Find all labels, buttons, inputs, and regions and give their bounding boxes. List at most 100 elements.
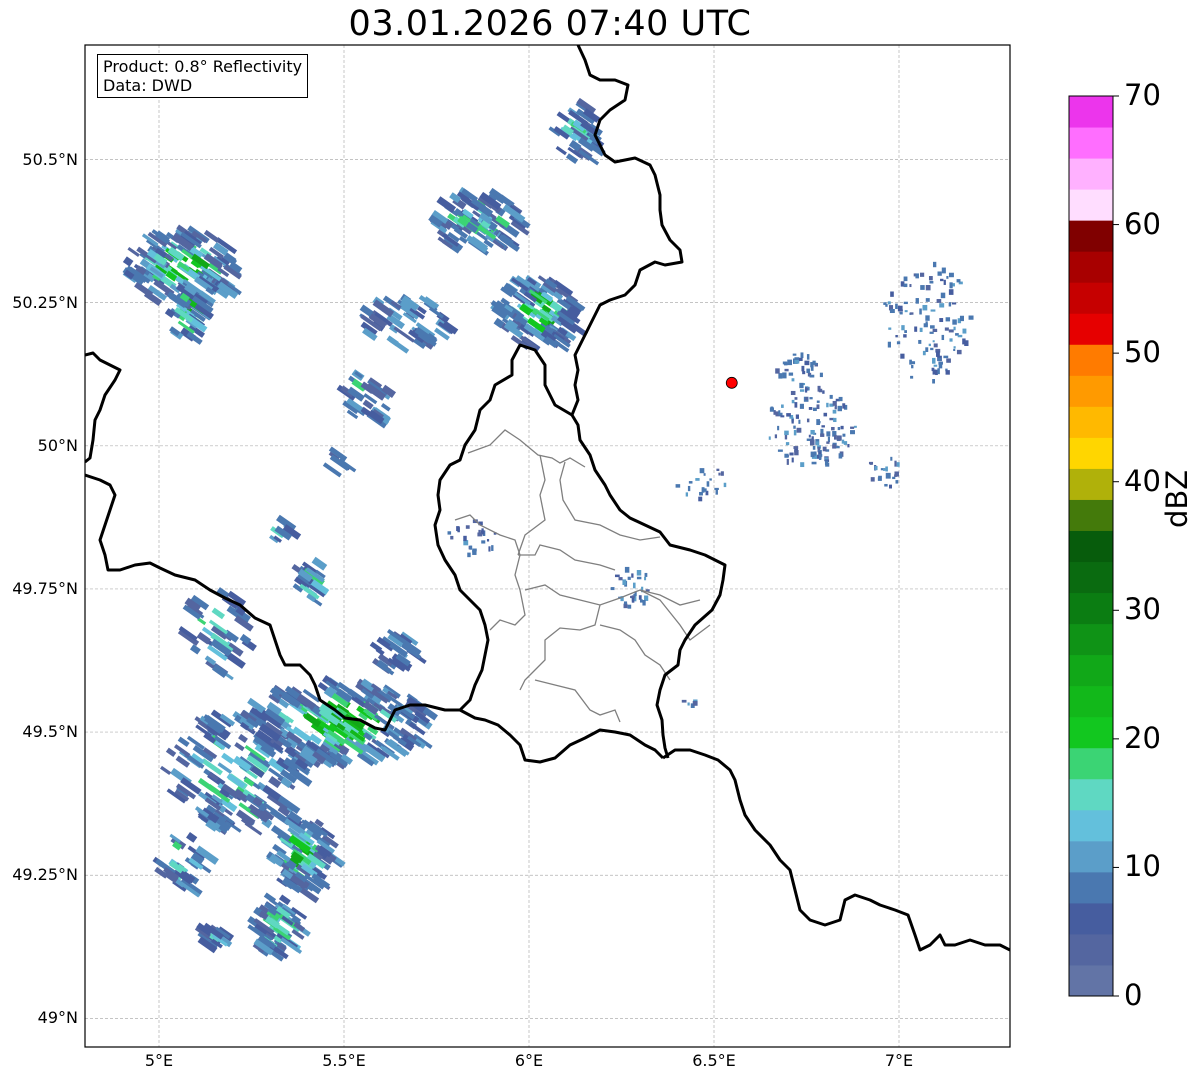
echo-cell <box>930 309 936 312</box>
echo-cell <box>838 396 843 402</box>
echo-cell <box>919 327 923 333</box>
echo-cell <box>915 298 919 304</box>
lat-tick-label: 49°N <box>37 1008 78 1028</box>
colorbar-tick-label: 0 <box>1124 978 1143 1012</box>
echo-cell <box>781 404 784 408</box>
echo-cell <box>834 405 837 410</box>
echo-cell <box>930 325 935 329</box>
colorbar-segment <box>1069 499 1113 531</box>
echo-cell <box>952 319 957 325</box>
echo-cell <box>909 359 912 365</box>
echo-cell <box>836 435 842 441</box>
echo-cell <box>456 526 460 532</box>
echo-cell <box>896 341 901 345</box>
echo-cell <box>928 343 931 347</box>
echo-cell <box>798 357 803 361</box>
echo-cell <box>804 360 810 366</box>
echo-cell <box>800 352 804 359</box>
echo-cell <box>800 462 805 468</box>
colorbar-segment <box>1069 530 1113 563</box>
echo-cell <box>826 402 829 408</box>
echo-cell <box>868 461 874 465</box>
echo-cell <box>837 427 841 431</box>
echo-cell <box>789 452 794 456</box>
echo-cell <box>837 405 843 412</box>
echo-cell <box>463 535 467 542</box>
echo-cell <box>794 397 798 400</box>
echo-cell <box>805 388 808 393</box>
radar-site-marker[interactable] <box>725 376 738 389</box>
echo-cell <box>631 573 634 578</box>
echo-cell <box>639 599 643 603</box>
echo-cell <box>806 368 810 374</box>
colorbar-segment <box>1069 344 1113 376</box>
echo-cell <box>624 566 630 573</box>
echo-cell <box>914 326 918 332</box>
lat-tick-label: 50.25°N <box>12 292 78 312</box>
echo-cell <box>885 472 891 479</box>
echo-cell <box>909 284 912 288</box>
echo-cell <box>801 365 805 372</box>
echo-cell <box>832 400 837 406</box>
echo-cell <box>888 484 893 489</box>
echo-cell <box>720 471 724 476</box>
echo-cell <box>928 276 933 281</box>
echo-cell <box>941 267 946 274</box>
colorbar-segment <box>1069 96 1113 128</box>
lat-tick-label: 50.5°N <box>22 149 78 169</box>
echo-cell <box>799 389 805 392</box>
echo-cell <box>706 481 710 487</box>
echo-cell <box>465 525 470 529</box>
echo-cell <box>777 425 780 431</box>
echo-cell <box>791 418 794 424</box>
echo-cell <box>701 488 707 492</box>
echo-cell <box>472 550 477 555</box>
echo-cell <box>816 419 820 426</box>
echo-cell <box>850 430 855 435</box>
echo-cell <box>890 291 894 297</box>
colorbar-segment <box>1069 375 1113 407</box>
echo-cell <box>956 279 961 283</box>
echo-cell <box>791 457 794 463</box>
lat-tick-label: 49.25°N <box>12 865 78 885</box>
colorbar-segment <box>1069 220 1113 252</box>
echo-cell <box>925 298 930 302</box>
echo-cell <box>808 434 811 438</box>
colorbar-tick-label: 30 <box>1124 592 1161 627</box>
echo-cell <box>723 482 727 488</box>
echo-cell <box>695 478 700 481</box>
echo-cell <box>870 477 875 482</box>
echo-cell <box>687 702 690 706</box>
echo-cell <box>636 570 642 576</box>
echo-cell <box>943 355 949 359</box>
echo-cell <box>793 429 797 436</box>
echo-cell <box>791 378 795 382</box>
echo-cell <box>799 382 804 389</box>
echo-cell <box>681 699 687 703</box>
lat-tick-label: 49.75°N <box>12 578 78 598</box>
echo-cell <box>895 303 898 310</box>
echo-cell <box>627 576 631 580</box>
echo-cell <box>644 576 647 581</box>
echo-cell <box>842 433 846 437</box>
echo-cell <box>850 426 855 429</box>
echo-cell <box>699 468 705 474</box>
colorbar-segment <box>1069 871 1113 904</box>
echo-cell <box>793 446 799 450</box>
echo-cell <box>825 462 830 467</box>
echo-cell <box>962 328 967 334</box>
echo-cell <box>817 385 821 392</box>
echo-cell <box>932 379 936 384</box>
echo-cell <box>610 587 615 591</box>
echo-cell <box>923 323 928 328</box>
echo-cell <box>768 436 771 440</box>
echo-cell <box>632 582 636 589</box>
echo-cell <box>957 334 963 338</box>
lat-tick-label: 50°N <box>37 435 78 455</box>
echo-cell <box>948 302 952 307</box>
echo-cell <box>840 425 844 430</box>
echo-cell <box>716 468 720 471</box>
colorbar-segment <box>1069 685 1113 718</box>
echo-cell <box>900 353 905 359</box>
echo-cell <box>622 579 627 585</box>
